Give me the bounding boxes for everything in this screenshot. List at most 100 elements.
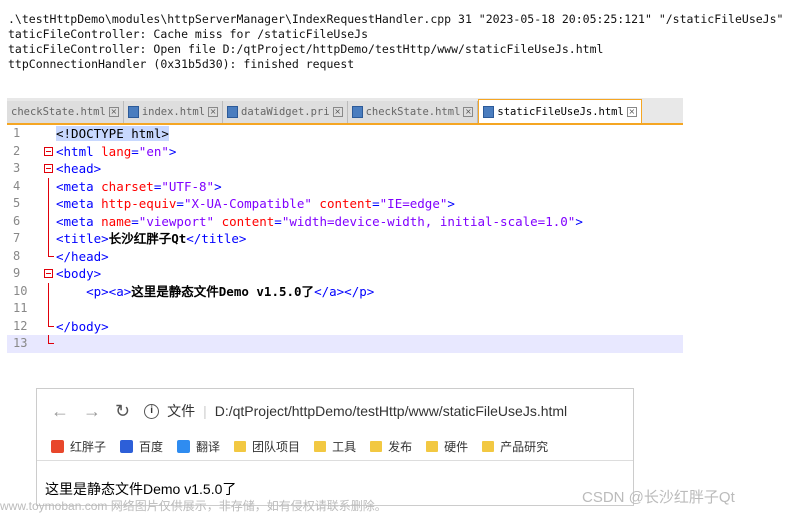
line-number: 13 [13,336,28,350]
bookmark-label: 发布 [388,440,413,454]
c-icon [51,440,64,453]
code-line[interactable]: 10 <p><a>这里是静态文件Demo v1.5.0了</a></p> [7,282,683,300]
line-number: 12 [13,318,28,333]
code-line[interactable]: 3 <head> [7,160,683,178]
bookmark-item[interactable]: 红胖子 [51,438,106,455]
close-icon[interactable]: × [108,107,119,117]
code-editor[interactable]: checkState.html × index.html × dataWidget.pr… [7,98,683,360]
tab-label: staticFileUseJs.html [497,105,624,118]
fold-line [48,177,49,195]
code-token: <html [56,143,102,159]
code-token: "en" [138,143,169,159]
code-line[interactable]: 8 </head> [7,247,683,266]
code-token: 长沙红胖子Qt [108,231,187,246]
code-token: </title> [186,231,247,246]
bookmark-item[interactable]: 硬件 [426,438,468,455]
close-icon[interactable]: × [208,107,219,117]
code-token: > [447,196,455,211]
editor-tab[interactable]: dataWidget.pri × [223,101,348,123]
code-token: content [221,213,275,229]
code-line[interactable]: 9 <body> [7,265,683,283]
fold-marker[interactable] [40,160,56,178]
code-text: <body> [56,265,101,283]
log-line: .\testHttpDemo\modules\httpServerManager… [8,12,784,26]
tab-label: dataWidget.pri [241,106,330,118]
back-icon[interactable]: ← [51,401,69,422]
fold-marker [40,335,56,353]
reload-icon[interactable]: ↻ [115,401,130,422]
console-log: .\testHttpDemo\modules\httpServerManager… [8,12,783,72]
code-text: <head> [56,160,101,178]
code-token: = [372,196,380,211]
code-token: </head> [56,248,109,264]
folder-icon [234,441,247,452]
fold-marker[interactable] [40,265,56,283]
code-line[interactable]: 11 [7,300,683,318]
line-number: 7 [13,231,21,245]
file-icon [483,105,495,118]
editor-tab[interactable]: checkState.html × [347,101,479,123]
bookmark-item[interactable]: 翻译 [177,438,220,455]
editor-tab[interactable]: checkState.html × [7,101,124,123]
code-token: <head> [56,161,102,176]
page-text[interactable]: 这里是静态文件Demo v1.5.0了 [45,481,236,497]
bookmark-label: 百度 [139,440,164,454]
code-text: <title>长沙红胖子Qt</title> [56,230,246,248]
tab-label: checkState.html [11,106,106,118]
code-token: = [131,143,139,159]
info-icon[interactable]: i [144,403,160,419]
address-bar: ← → ↻ i 文件 | D:/qtProject/httpDemo/testH… [37,389,633,433]
close-icon[interactable]: × [463,107,474,117]
code-token: <title> [56,231,109,246]
code-area[interactable]: 1 <!DOCTYPE html> 2 <html lang="en"> 3 <head>… [7,125,683,353]
url-separator: | [203,403,207,419]
bookmark-item[interactable]: 产品研究 [482,438,548,455]
code-line[interactable]: 12 </body> [7,317,683,336]
collapse-icon[interactable] [44,269,53,278]
fold-marker [40,212,56,230]
bookmark-label: 工具 [332,440,357,454]
code-line[interactable]: 2 <html lang="en"> [7,143,683,161]
close-icon[interactable]: × [332,107,343,117]
fold-marker [40,125,56,143]
fold-marker[interactable] [40,143,56,161]
translate-icon [177,440,191,453]
collapse-icon[interactable] [44,146,53,156]
fold-end [48,247,54,257]
bookmark-item[interactable]: 工具 [314,438,356,455]
editor-tab[interactable]: index.html × [123,101,224,123]
code-token: <meta [56,196,102,211]
bookmark-item[interactable]: 团队项目 [234,438,300,455]
code-token: "viewport" [138,213,215,229]
line-number: 10 [13,283,28,298]
code-line[interactable]: 5 <meta http-equiv="X-UA-Compatible" cont… [7,195,683,213]
bookmarks-bar: 红胖子 百度 翻译 团队项目 工具 发布 硬件 产品研究 [37,433,633,461]
csdn-watermark: CSDN @长沙红胖子Qt [582,489,735,506]
code-line[interactable]: 13 [7,335,683,353]
code-line[interactable]: 1 <!DOCTYPE html> [7,125,683,143]
code-token: "UTF-8" [161,178,215,194]
editor-tab[interactable]: staticFileUseJs.html × [478,99,642,123]
fold-line [48,300,49,318]
code-token: lang [101,143,132,159]
bookmark-item[interactable]: 百度 [120,438,163,455]
file-label: 文件 [167,403,196,419]
collapse-icon[interactable] [44,164,53,173]
url-text[interactable]: D:/qtProject/httpDemo/testHttp/www/stati… [215,403,567,419]
code-text: </body> [56,318,109,336]
line-number: 5 [13,196,21,210]
code-text: <!DOCTYPE html> [56,125,169,143]
url-field[interactable]: i 文件 | D:/qtProject/httpDemo/testHttp/ww… [144,401,567,421]
code-line[interactable]: 6 <meta name="viewport" content="width=de… [7,212,683,230]
code-token: "width=device-width, initial-scale=1.0" [281,213,576,229]
folder-icon [482,441,495,452]
close-icon[interactable]: × [626,106,637,117]
folder-icon [426,441,439,452]
code-token: http-equiv [101,196,177,211]
forward-icon[interactable]: → [83,401,101,422]
code-text: <html lang="en"> [56,143,176,161]
bookmark-item[interactable]: 发布 [370,438,412,455]
code-line[interactable]: 4 <meta charset="UTF-8"> [7,177,683,195]
code-line[interactable]: 7 <title>长沙红胖子Qt</title> [7,230,683,248]
code-token: "X-UA-Compatible" [183,196,312,211]
